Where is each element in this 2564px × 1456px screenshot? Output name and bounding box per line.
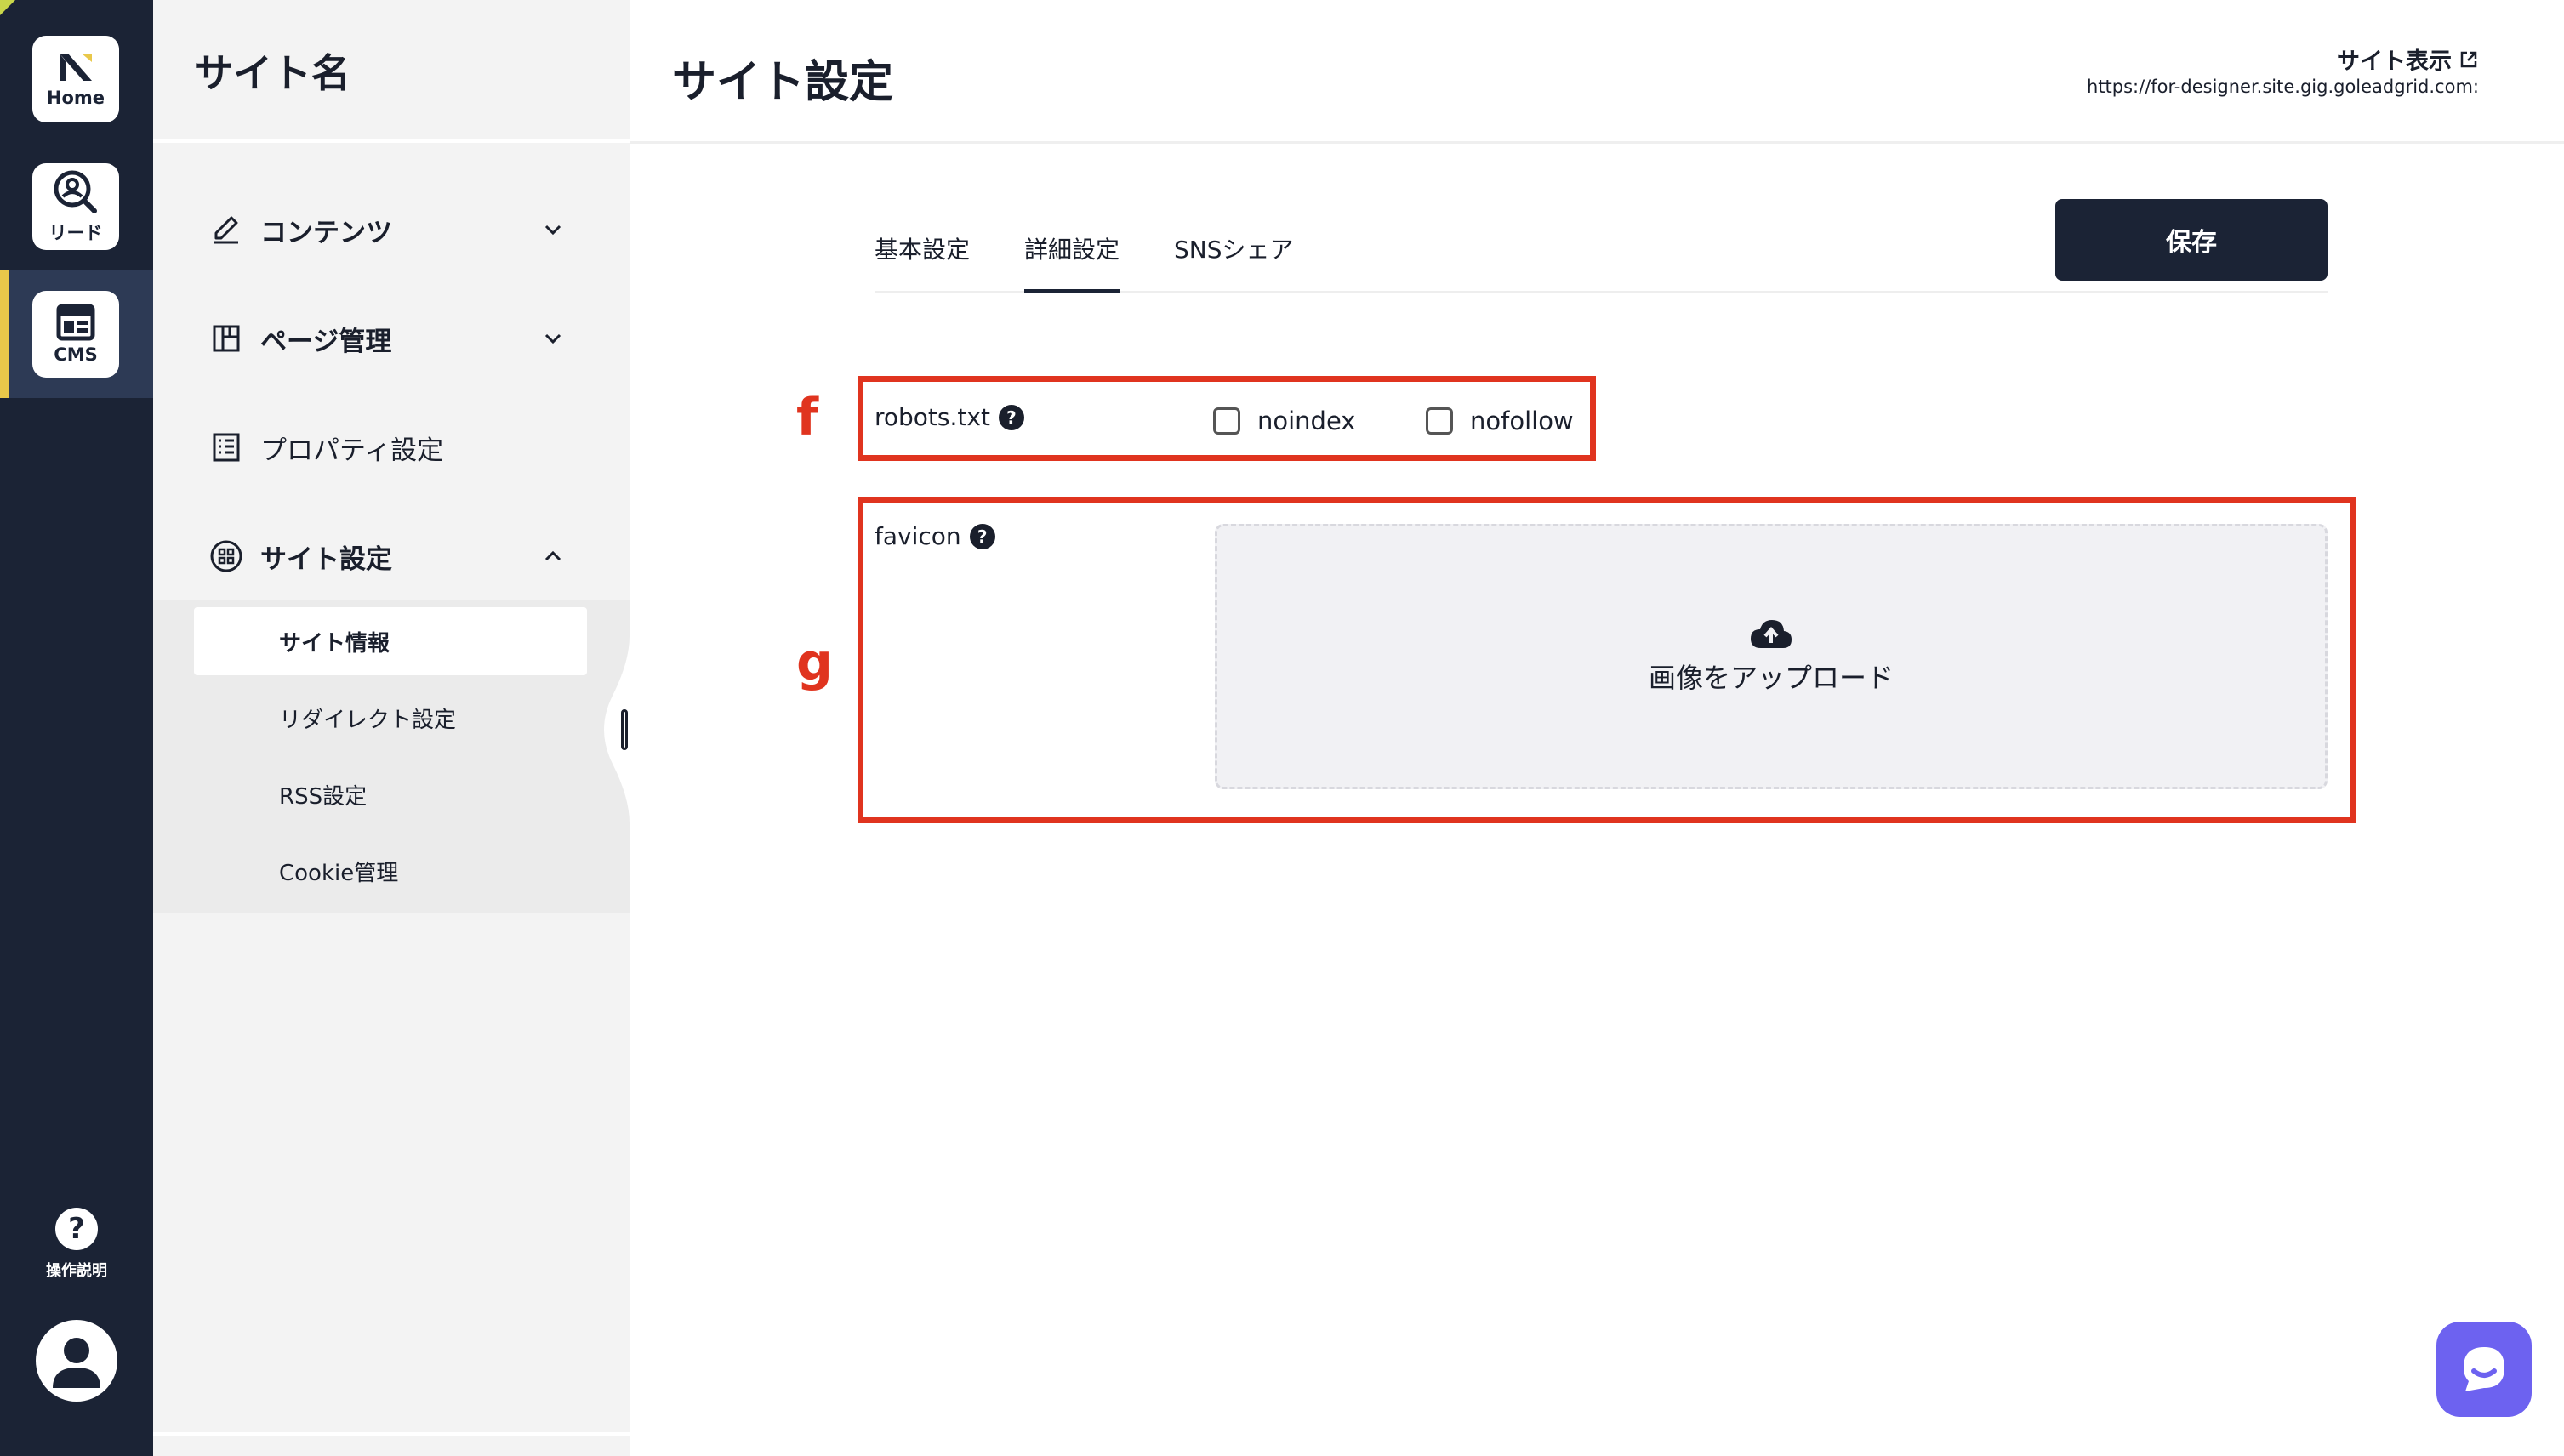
chevron-down-icon [539, 325, 567, 352]
layout-icon [209, 321, 243, 355]
sidebar-header: サイト名 [153, 0, 630, 143]
rail-home-label: Home [46, 88, 105, 108]
avatar[interactable] [36, 1320, 117, 1402]
site-view-label: サイト表示 [2337, 48, 2452, 75]
sidebar-item-site-settings[interactable]: サイト設定 [209, 531, 567, 582]
site-url[interactable]: https://for-designer.site.gig.goleadgrid… [2087, 77, 2479, 97]
rail-cms-button[interactable]: CMS [32, 291, 119, 378]
sidebar-item-label: ページ管理 [260, 326, 392, 357]
chevron-up-icon [539, 543, 567, 570]
cloud-upload-icon [1751, 620, 1792, 648]
save-button[interactable]: 保存 [2055, 199, 2328, 281]
sidebar-subitem-site-info[interactable]: サイト情報 [279, 626, 390, 657]
chat-launcher-button[interactable] [2436, 1322, 2532, 1417]
chat-icon [2464, 1347, 2504, 1391]
sidebar-item-label: サイト設定 [260, 543, 392, 575]
sidebar-item-properties[interactable]: プロパティ設定 [209, 422, 567, 473]
favicon-label-text: favicon [875, 522, 961, 550]
question-icon: ? [55, 1208, 98, 1250]
sidebar-item-pages[interactable]: ページ管理 [209, 313, 567, 364]
upload-label: 画像をアップロード [1648, 662, 1894, 694]
rail-home-button[interactable]: Home [32, 36, 119, 122]
noindex-label: noindex [1257, 407, 1356, 435]
cms-layout-icon [56, 304, 95, 341]
sidebar-subitem-cookie[interactable]: Cookie管理 [279, 856, 398, 887]
app-rail: Home リード CMS ? 操作説明 [0, 0, 153, 1456]
rail-cms-label: CMS [54, 344, 98, 365]
annotation-marker-f: f [796, 388, 819, 447]
grid-icon [209, 539, 243, 573]
home-logo-icon [60, 54, 92, 81]
chevron-down-icon [539, 216, 567, 243]
robots-label-text: robots.txt [875, 403, 990, 431]
favicon-field-label: favicon ? [875, 522, 995, 550]
sidebar-item-label: プロパティ設定 [260, 435, 444, 466]
noindex-checkbox[interactable]: noindex [1213, 407, 1355, 435]
site-name: サイト名 [194, 50, 350, 96]
tab-basic[interactable]: 基本設定 [875, 231, 970, 265]
search-user-icon [54, 170, 97, 213]
pencil-icon [209, 213, 243, 247]
header-divider [630, 141, 2564, 144]
rail-lead-button[interactable]: リード [32, 163, 119, 250]
rail-corner-mark [0, 0, 15, 15]
rail-lead-label: リード [48, 223, 103, 243]
help-question-icon[interactable]: ? [969, 523, 995, 549]
favicon-upload-dropzone[interactable]: 画像をアップロード [1215, 524, 2328, 789]
sidebar-resize-handle[interactable] [621, 709, 628, 750]
list-icon [209, 430, 243, 464]
tab-advanced[interactable]: 詳細設定 [1024, 231, 1120, 265]
secondary-sidebar: サイト名 コンテンツ ページ管理 プロパティ設定 サイト設定 サイト情報 リダイ… [153, 0, 630, 1456]
sidebar-subitem-rss[interactable]: RSS設定 [279, 779, 367, 810]
nofollow-label: nofollow [1470, 407, 1574, 435]
site-view-link[interactable]: サイト表示 [2337, 43, 2479, 76]
nofollow-checkbox[interactable]: nofollow [1426, 407, 1574, 435]
annotation-marker-g: g [796, 633, 833, 692]
help-label: 操作説明 [46, 1262, 107, 1280]
help-question-icon[interactable]: ? [998, 404, 1024, 430]
sidebar-subitem-active-bg [194, 607, 587, 675]
sidebar-bottom-divider [153, 1432, 630, 1436]
help-button[interactable]: ? 操作説明 [37, 1208, 116, 1281]
user-icon [53, 1338, 100, 1388]
sidebar-item-label: コンテンツ [260, 217, 392, 248]
tab-active-indicator [1024, 289, 1120, 293]
rail-active-indicator [0, 270, 9, 398]
tab-sns-share[interactable]: SNSシェア [1174, 231, 1294, 265]
sidebar-item-contents[interactable]: コンテンツ [209, 204, 567, 255]
robots-field-label: robots.txt ? [875, 403, 1024, 431]
nofollow-checkbox-box[interactable] [1426, 407, 1453, 435]
sidebar-subitem-redirect[interactable]: リダイレクト設定 [279, 702, 456, 734]
noindex-checkbox-box[interactable] [1213, 407, 1240, 435]
page-title: サイト設定 [672, 57, 894, 108]
external-link-icon [2460, 51, 2477, 67]
